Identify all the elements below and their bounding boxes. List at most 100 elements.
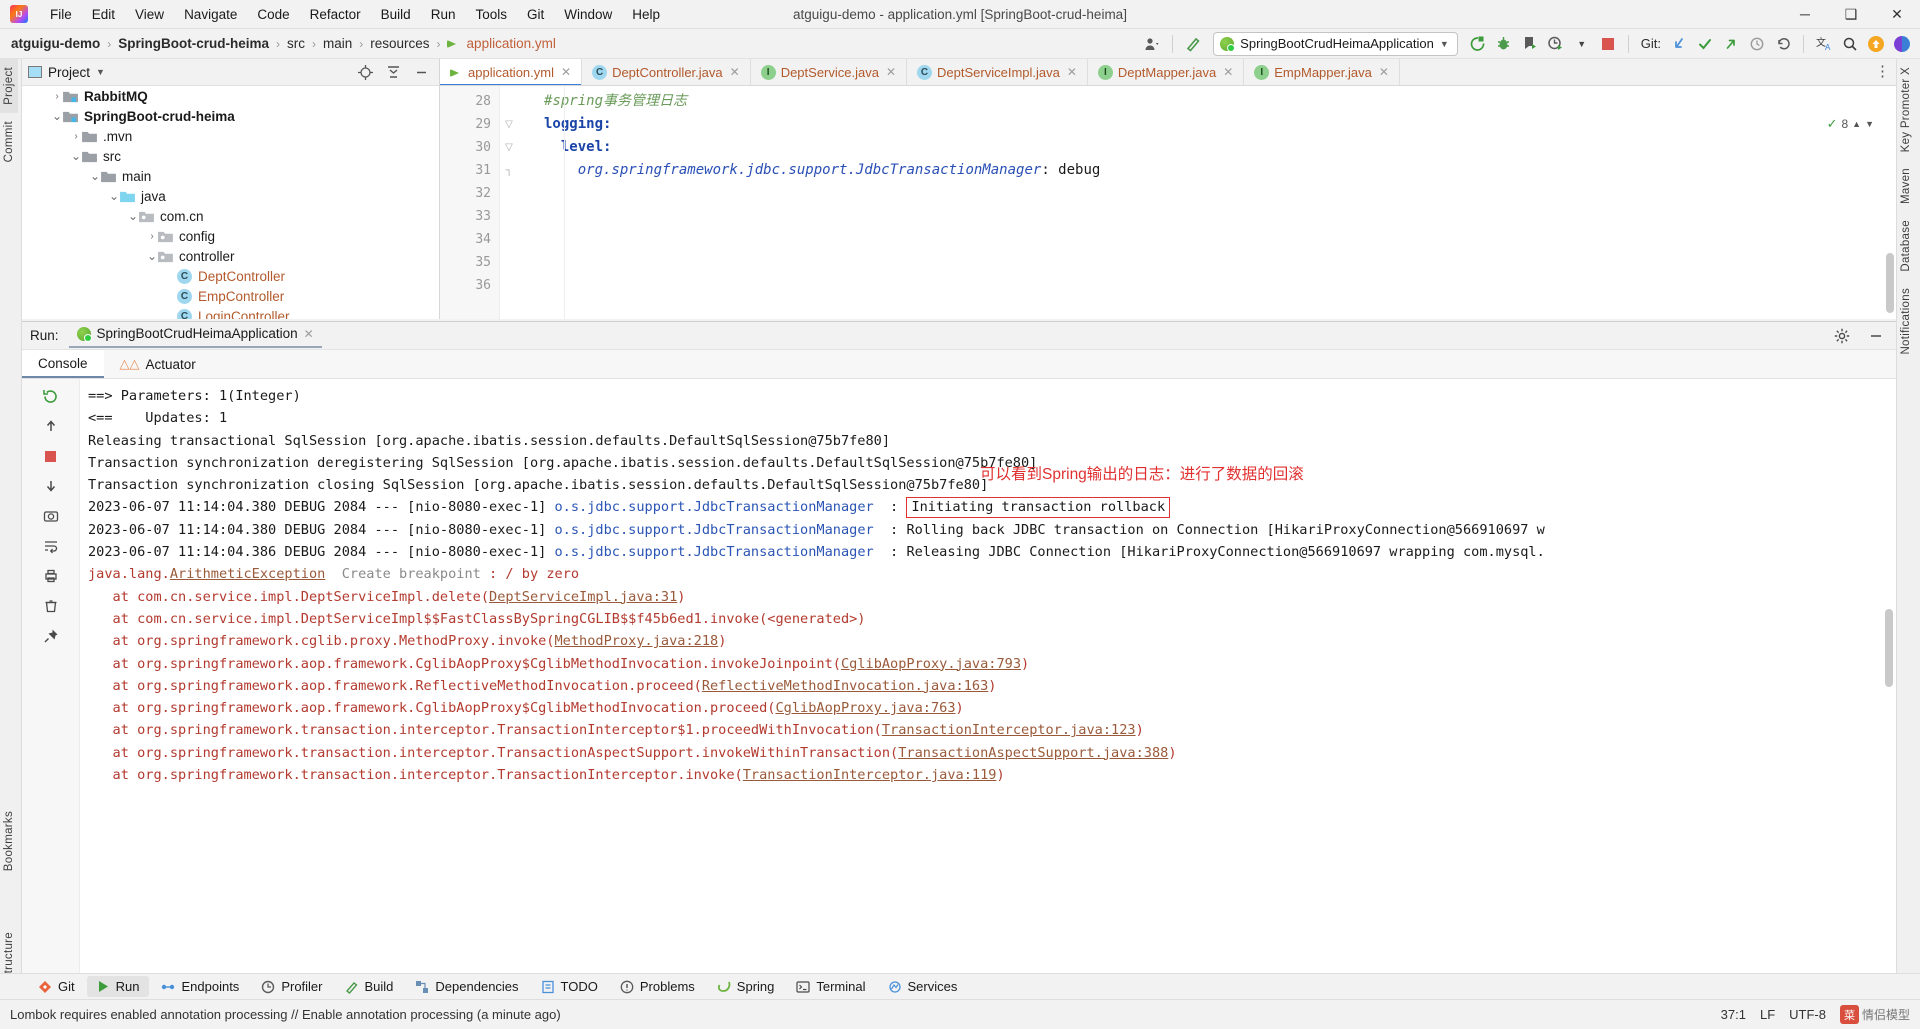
git-commit-icon[interactable] — [1693, 32, 1717, 56]
stack-source-link[interactable]: TransactionInterceptor.java:123 — [882, 722, 1136, 738]
bottom-tab-run[interactable]: Run — [86, 976, 150, 997]
fold-marker-icon[interactable]: ▽ — [500, 136, 518, 159]
update-available-icon[interactable] — [1864, 32, 1888, 56]
breadcrumb-resources[interactable]: resources — [367, 36, 432, 51]
select-opened-file-icon[interactable] — [353, 60, 377, 84]
tree-node-deptcontroller[interactable]: C DeptController — [22, 266, 439, 286]
camera-icon[interactable] — [40, 505, 62, 527]
editor-tab-deptservice-java[interactable]: I DeptService.java ✕ — [751, 59, 908, 85]
run-session-tab[interactable]: SpringBootCrudHeimaApplication ✕ — [68, 323, 322, 348]
bottom-tab-endpoints[interactable]: Endpoints — [151, 976, 249, 997]
menu-window[interactable]: Window — [554, 4, 622, 25]
fold-marker-icon[interactable]: ┐ — [500, 159, 518, 182]
git-history-icon[interactable] — [1745, 32, 1769, 56]
stack-source-link[interactable]: CglibAopProxy.java:763 — [775, 700, 955, 716]
stack-source-link[interactable]: DeptServiceImpl.java:31 — [489, 589, 677, 605]
translate-icon[interactable]: 文A — [1812, 32, 1836, 56]
menu-navigate[interactable]: Navigate — [174, 4, 247, 25]
tool-tab-database[interactable]: Database — [1897, 212, 1915, 280]
fold-marker-icon[interactable]: ▽ — [500, 113, 518, 136]
bottom-tab-build[interactable]: Build — [335, 976, 404, 997]
bottom-tab-profiler[interactable]: Profiler — [251, 976, 332, 997]
scroll-up-icon[interactable] — [40, 415, 62, 437]
bottom-tab-terminal[interactable]: Terminal — [786, 976, 875, 997]
exception-class-link[interactable]: ArithmeticException — [170, 566, 326, 582]
close-icon[interactable]: ✕ — [730, 65, 740, 79]
code-content[interactable]: #spring事务管理日志 logging: level: org.springf… — [518, 86, 1896, 319]
menu-edit[interactable]: Edit — [82, 4, 125, 25]
code-editor[interactable]: 28 29 30 31 32 33 34 35 36 ▽ ▽ ┐ #spring事务管理日志 logg… — [440, 86, 1896, 319]
stack-source-link[interactable]: MethodProxy.java:218 — [555, 633, 719, 649]
stack-source-link[interactable]: TransactionInterceptor.java:119 — [743, 767, 997, 783]
file-encoding[interactable]: UTF-8 — [1789, 1007, 1826, 1022]
menu-tools[interactable]: Tools — [465, 4, 517, 25]
menu-view[interactable]: View — [125, 4, 174, 25]
chevron-right-icon[interactable]: › — [146, 231, 158, 242]
editor-tab-application-yml[interactable]: application.yml ✕ — [440, 59, 583, 85]
print-icon[interactable] — [40, 565, 62, 587]
inspection-widget[interactable]: ✓ 8 ▲ ▼ — [1827, 116, 1874, 132]
tool-tab-bookmarks[interactable]: Bookmarks — [0, 803, 18, 879]
chevron-down-icon[interactable]: ▼ — [1865, 119, 1874, 129]
editor-tab-deptserviceimpl-java[interactable]: C DeptServiceImpl.java ✕ — [907, 59, 1088, 85]
menu-code[interactable]: Code — [247, 4, 299, 25]
chevron-down-icon[interactable]: ▼ — [1570, 32, 1594, 56]
git-push-icon[interactable] — [1719, 32, 1743, 56]
bottom-tab-dependencies[interactable]: Dependencies — [405, 976, 528, 997]
bottom-tab-todo[interactable]: TODO — [531, 976, 608, 997]
chevron-down-icon[interactable]: ⌄ — [108, 190, 120, 202]
breadcrumb-springboot-crud-heima[interactable]: SpringBoot-crud-heima — [115, 36, 272, 51]
line-separator[interactable]: LF — [1760, 1007, 1775, 1022]
chevron-down-icon[interactable]: ⌄ — [70, 150, 82, 162]
tree-node-java[interactable]: ⌄ java — [22, 186, 439, 206]
close-icon[interactable]: ✕ — [561, 65, 571, 79]
close-icon[interactable]: ✕ — [886, 65, 896, 79]
hide-run-window-icon[interactable] — [1864, 324, 1888, 348]
search-icon[interactable] — [1838, 32, 1862, 56]
close-icon[interactable]: ✕ — [1223, 65, 1233, 79]
console-output[interactable]: 可以看到Spring输出的日志：进行了数据的回滚 ==> Parameters:… — [80, 379, 1896, 999]
clear-all-icon[interactable] — [40, 595, 62, 617]
run-button[interactable] — [1466, 32, 1490, 56]
soft-wrap-icon[interactable] — [40, 535, 62, 557]
breadcrumb-main[interactable]: main — [320, 36, 355, 51]
tree-node-empcontroller[interactable]: C EmpController — [22, 286, 439, 306]
run-with-coverage-button[interactable] — [1518, 32, 1542, 56]
settings-gear-icon[interactable] — [1830, 324, 1854, 348]
menu-git[interactable]: Git — [517, 4, 554, 25]
tree-node-controller[interactable]: ⌄ controller — [22, 246, 439, 266]
tree-node--mvn[interactable]: › .mvn — [22, 126, 439, 146]
tool-tab-key-promoter-x[interactable]: Key Promoter X — [1897, 59, 1915, 160]
tree-node-logincontroller[interactable]: C LoginController — [22, 306, 439, 319]
breadcrumb-atguigu-demo[interactable]: atguigu-demo — [8, 36, 103, 51]
chevron-down-icon[interactable]: ⌄ — [51, 110, 63, 122]
close-icon[interactable]: ✕ — [304, 327, 314, 341]
close-icon[interactable]: ✕ — [1379, 65, 1389, 79]
profile-button[interactable] — [1544, 32, 1568, 56]
stack-source-link[interactable]: ReflectiveMethodInvocation.java:163 — [702, 678, 988, 694]
stack-source-link[interactable]: TransactionAspectSupport.java:388 — [898, 745, 1168, 761]
editor-tab-deptmapper-java[interactable]: I DeptMapper.java ✕ — [1088, 59, 1245, 85]
scroll-down-icon[interactable] — [40, 475, 62, 497]
stop-button[interactable] — [1596, 32, 1620, 56]
plugin-icon[interactable] — [1890, 32, 1914, 56]
tree-node-main[interactable]: ⌄ main — [22, 166, 439, 186]
minimize-button[interactable]: ─ — [1782, 0, 1828, 29]
breadcrumb-application-yml[interactable]: application.yml — [464, 36, 559, 51]
close-icon[interactable]: ✕ — [1067, 65, 1077, 79]
hide-panel-icon[interactable] — [409, 60, 433, 84]
stack-source-link[interactable]: CglibAopProxy.java:793 — [841, 656, 1021, 672]
git-update-icon[interactable] — [1667, 32, 1691, 56]
caret-position[interactable]: 37:1 — [1721, 1007, 1746, 1022]
user-avatar-button[interactable] — [1140, 32, 1164, 56]
chevron-down-icon[interactable]: ⌄ — [146, 250, 158, 262]
chevron-up-icon[interactable]: ▲ — [1852, 119, 1861, 129]
close-button[interactable]: ✕ — [1874, 0, 1920, 29]
editor-marker-bar[interactable] — [1882, 113, 1896, 319]
menu-build[interactable]: Build — [371, 4, 421, 25]
editor-tab-deptcontroller-java[interactable]: C DeptController.java ✕ — [582, 59, 751, 85]
chevron-right-icon[interactable]: › — [70, 131, 82, 142]
editor-scrollbar-thumb[interactable] — [1886, 253, 1894, 313]
chevron-down-icon[interactable]: ▼ — [96, 67, 105, 77]
bottom-tab-git[interactable]: Git — [28, 976, 85, 997]
